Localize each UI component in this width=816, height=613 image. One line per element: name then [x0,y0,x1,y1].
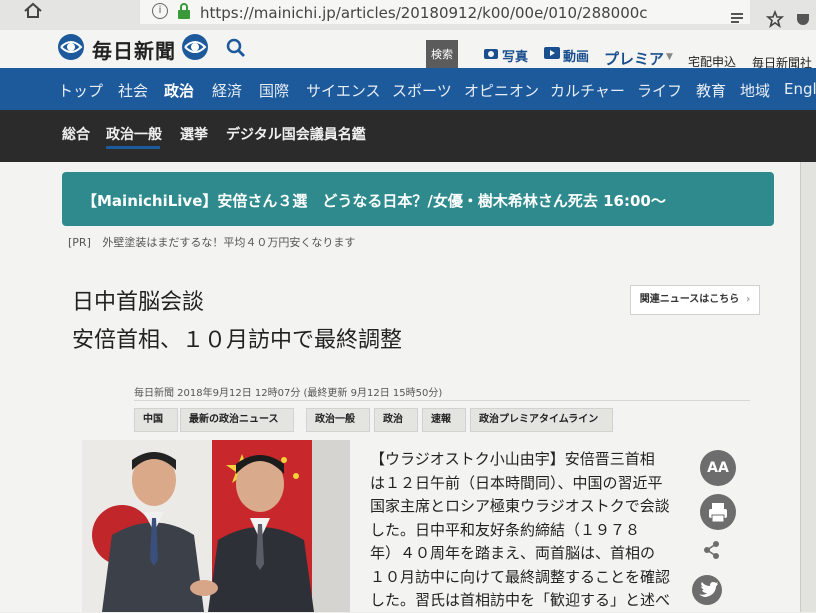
home-icon[interactable] [20,0,46,20]
nav-item-english[interactable]: Engl [784,80,816,98]
nav-item-region[interactable]: 地域 [740,80,770,101]
nav-item-life[interactable]: ライフ [637,80,682,101]
related-news-button[interactable]: 関連ニュースはこちら › [630,285,760,315]
nav-item-science[interactable]: サイエンス [306,80,381,101]
video-icon [544,47,560,59]
chevron-right-icon: › [742,294,751,305]
photo-illustration [82,440,350,612]
logo-text[interactable]: 毎日新聞 [92,35,176,64]
active-tab-indicator [106,146,160,149]
subnav-item-general[interactable]: 総合 [62,124,90,144]
tag-premia-timeline[interactable]: 政治プレミアタイムライン [470,408,614,432]
info-icon[interactable]: i [152,3,168,19]
pocket-icon[interactable] [794,10,812,28]
tag-breaking[interactable]: 速報 [422,408,466,432]
tag-politics-general[interactable]: 政治一般 [306,408,370,432]
premia-link[interactable]: プレミア [604,48,664,69]
nav-item-sports[interactable]: スポーツ [392,80,452,101]
share-icon[interactable] [702,540,722,560]
article-photo[interactable] [82,440,350,612]
article-line: 年）４０周年を踏まえ、両首脳は、首相の [370,544,656,562]
subnav-item-election[interactable]: 選挙 [180,124,208,144]
article-line: 【ウラジオストク小山由宇】安倍晋三首相 [370,450,655,468]
live-banner-text[interactable]: 【MainichiLive】安倍さん３選 どうなる日本？/女優・樹木希林さん死去… [82,190,666,211]
print-button[interactable] [700,494,736,530]
chevron-down-icon[interactable]: ▼ [666,52,673,62]
reader-view-icon[interactable] [728,10,746,28]
article-line: １０月訪中に向けて最終調整することを確認 [370,567,671,586]
font-size-button[interactable]: AA [700,450,736,486]
divider [134,400,750,401]
headline-line-1: 日中首脳会談 [72,290,205,315]
tag-china[interactable]: 中国 [134,408,178,432]
nav-item-international[interactable]: 国際 [259,80,289,101]
article-meta: 毎日新聞 2018年9月12日 12時07分 (最終更新 9月12日 15時50… [134,388,443,399]
url-text[interactable]: https://mainichi.jp/articles/20180912/k0… [200,4,648,22]
twitter-share-button[interactable] [692,575,722,605]
subnav-item-politics-general[interactable]: 政治一般 [106,124,162,144]
related-news-label: 関連ニュースはこちら [639,294,740,305]
headline-line-2: 安倍首相、１０月訪中で最終調整 [72,328,403,353]
article-body: 【ウラジオストク小山由宇】安倍晋三首相 は１２日午前（日本時間同）、中国の習近平… [370,448,688,613]
article-line: した。習氏は首相訪中を「歓迎する」と述べ [370,591,671,609]
nav-item-economy[interactable]: 経済 [212,80,242,101]
tag-politics[interactable]: 政治 [374,408,418,432]
article-line: した。日中平和友好条約締結（１９７８ [370,520,641,539]
nav-item-opinion[interactable]: オピニオン [464,80,539,101]
article-line: 国家主席とロシア極東ウラジオストクで会談 [370,497,670,515]
photo-link[interactable]: 写真 [502,46,528,65]
nav-item-politics[interactable]: 政治 [164,80,194,101]
search-button[interactable]: 検索 [426,40,458,70]
search-icon[interactable] [226,38,246,58]
nav-item-top[interactable]: トップ [58,80,103,101]
pr-ad[interactable]: [PR] 外壁塗装はまだするな！平均４０万円安くなります [68,234,355,250]
twitter-icon [699,582,718,597]
video-link[interactable]: 動画 [563,46,589,65]
pr-text[interactable]: 外壁塗装はまだするな！平均４０万円安くなります [102,236,355,249]
subnav-item-diet-directory[interactable]: デジタル国会議員名鑑 [226,124,366,144]
nav-item-education[interactable]: 教育 [696,80,726,101]
nav-item-society[interactable]: 社会 [118,80,148,101]
lock-icon [178,3,190,19]
print-icon [709,503,727,523]
star-icon[interactable] [766,10,784,28]
article-line: は１２日午前（日本時間同）、中国の習近平 [370,473,663,492]
pr-label: [PR] [68,236,91,249]
tag-latest-politics[interactable]: 最新の政治ニュース [180,408,294,432]
camera-icon [484,49,498,59]
scrollbar[interactable] [800,162,816,612]
nav-item-culture[interactable]: カルチャー [550,80,625,101]
